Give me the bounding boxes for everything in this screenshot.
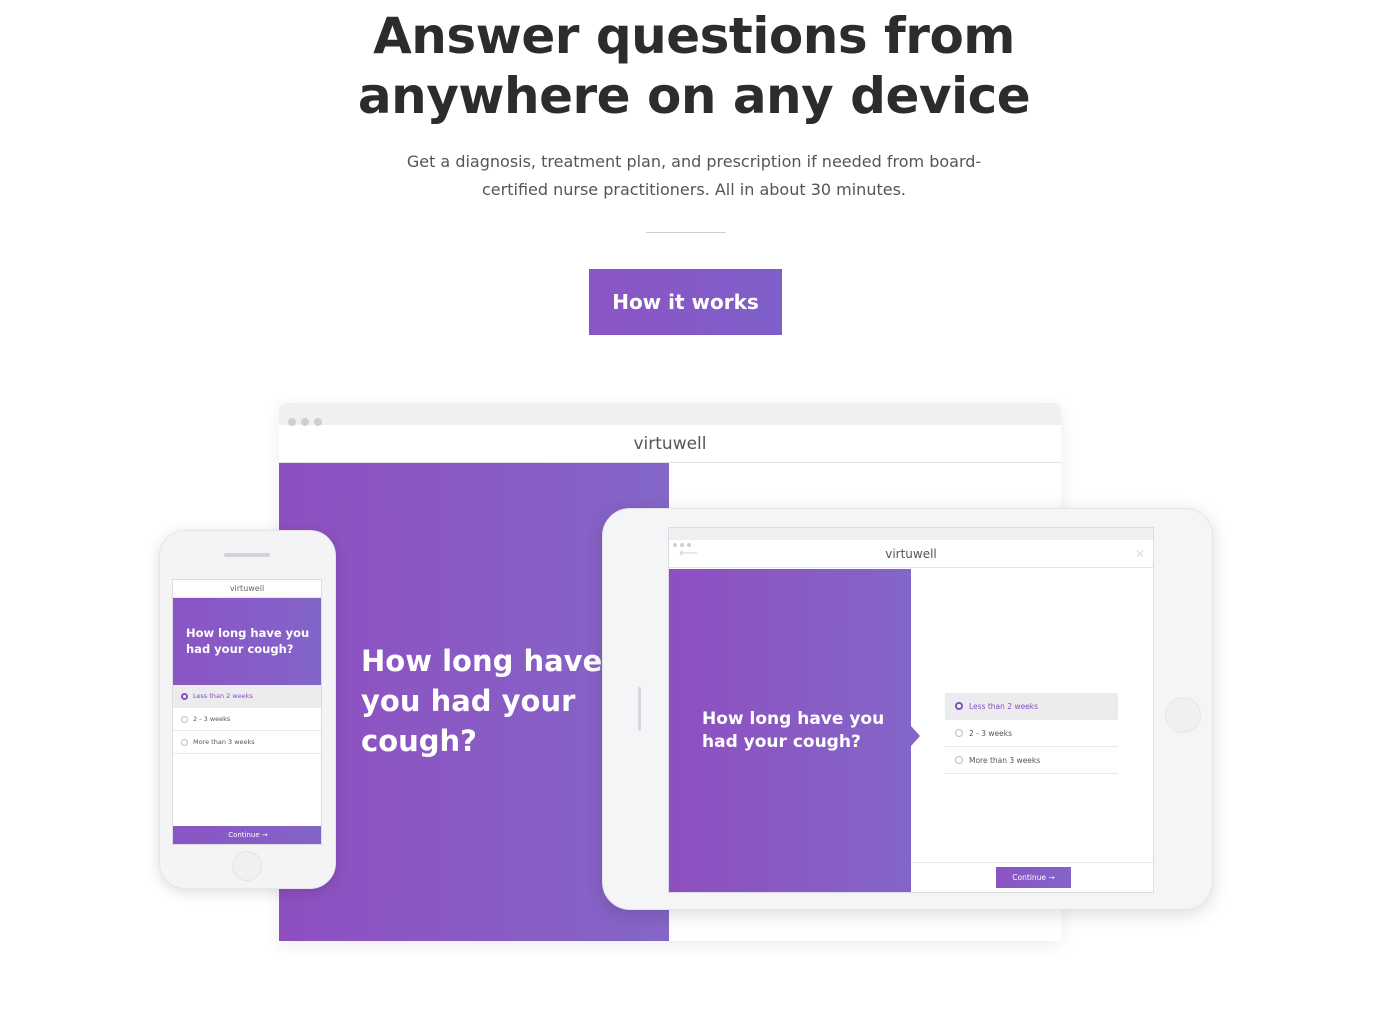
phone-continue-button[interactable]: Continue → [173, 826, 321, 844]
option-label: 2 - 3 weeks [193, 715, 231, 723]
phone-option-less-than-2-weeks[interactable]: Less than 2 weeks [173, 685, 321, 708]
tablet-option-less-than-2-weeks[interactable]: Less than 2 weeks [945, 693, 1118, 720]
browser-chrome [279, 403, 1061, 426]
tablet-screen: ⟵ virtuwell ✕ How long have you had your… [668, 527, 1154, 893]
phone-screen: virtuwell How long have you had your cou… [172, 579, 322, 845]
radio-icon [181, 715, 188, 723]
hero-title: Answer questions from anywhere on any de… [0, 6, 1388, 126]
tablet-question-panel: How long have you had your cough? [669, 569, 911, 892]
desktop-question-text: How long have you had your cough? [361, 644, 603, 758]
back-arrow-icon[interactable]: ⟵ [679, 540, 698, 568]
radio-icon [181, 738, 188, 746]
tablet-option-list: Less than 2 weeks 2 - 3 weeks More than … [945, 693, 1118, 774]
window-dots [288, 411, 327, 430]
hero-title-line-1: Answer questions from [373, 7, 1015, 65]
option-label: Less than 2 weeks [969, 701, 1039, 711]
phone-question-text: How long have you had your cough? [173, 598, 321, 685]
radio-selected-icon [955, 702, 963, 710]
how-it-works-button[interactable]: How it works [589, 269, 782, 335]
phone-brand-logo: virtuwell [173, 580, 321, 598]
tablet-browser-chrome [669, 528, 1153, 547]
option-label: Less than 2 weeks [193, 692, 253, 700]
hero-title-line-2: anywhere on any device [357, 67, 1031, 125]
tablet-question-text: How long have you had your cough? [702, 709, 885, 752]
phone-home-button [232, 851, 262, 881]
phone-option-2-3-weeks[interactable]: 2 - 3 weeks [173, 708, 321, 731]
hero-divider [646, 232, 726, 233]
panel-pointer-arrow [911, 726, 920, 746]
tablet-mockup: ⟵ virtuwell ✕ How long have you had your… [602, 508, 1213, 910]
tablet-side-button [638, 687, 641, 731]
tablet-continue-button[interactable]: Continue → [996, 867, 1071, 888]
option-label: 2 - 3 weeks [969, 728, 1013, 738]
tablet-brand-logo: virtuwell [885, 547, 937, 561]
desktop-brand-logo: virtuwell [279, 425, 1061, 463]
phone-mockup: virtuwell How long have you had your cou… [159, 530, 336, 889]
hero-subtitle-line-2: certified nurse practitioners. All in ab… [482, 180, 906, 199]
tablet-footer: Continue → [911, 862, 1153, 892]
hero-subtitle: Get a diagnosis, treatment plan, and pre… [370, 148, 1018, 204]
radio-selected-icon [181, 692, 188, 700]
phone-option-more-than-3-weeks[interactable]: More than 3 weeks [173, 731, 321, 754]
phone-speaker [224, 553, 270, 557]
tablet-header: ⟵ virtuwell ✕ [669, 540, 1153, 568]
radio-icon [955, 729, 963, 737]
radio-icon [955, 756, 963, 764]
tablet-option-2-3-weeks[interactable]: 2 - 3 weeks [945, 720, 1118, 747]
hero-subtitle-line-1: Get a diagnosis, treatment plan, and pre… [406, 152, 982, 171]
option-label: More than 3 weeks [193, 738, 255, 746]
close-icon[interactable]: ✕ [1135, 540, 1145, 568]
tablet-home-button [1165, 697, 1201, 733]
option-label: More than 3 weeks [969, 755, 1041, 765]
tablet-option-more-than-3-weeks[interactable]: More than 3 weeks [945, 747, 1118, 774]
